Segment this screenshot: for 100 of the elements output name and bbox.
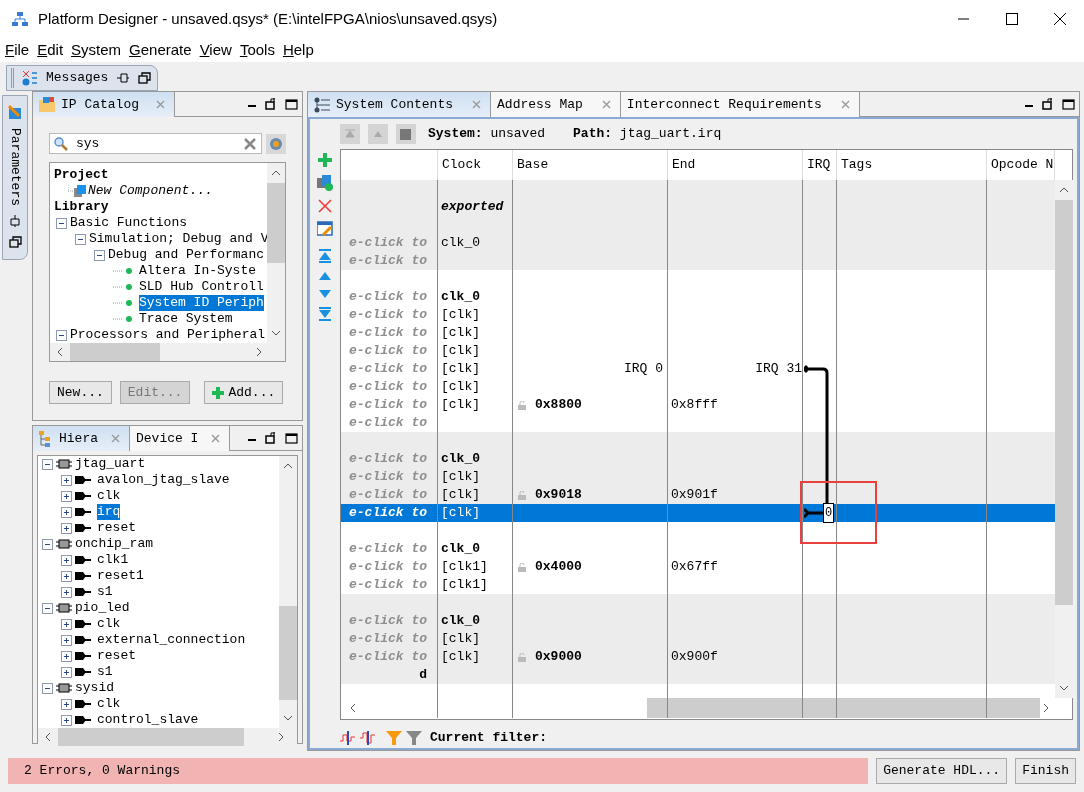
table-row[interactable]: e-click to [clk] xyxy=(341,342,1055,360)
menu-item[interactable]: Tools xyxy=(234,38,278,62)
pin-icon[interactable] xyxy=(116,72,131,84)
expand-toggle[interactable] xyxy=(61,570,72,582)
action-button[interactable]: Finish xyxy=(1015,758,1076,784)
move-top-icon[interactable] xyxy=(318,249,332,263)
collapse-toggle[interactable] xyxy=(56,329,67,341)
panel-button[interactable]: New... xyxy=(49,381,112,404)
action-button[interactable]: Generate HDL... xyxy=(876,758,1008,784)
tree-item[interactable]: irq xyxy=(97,504,121,520)
column-header[interactable]: Tags xyxy=(841,157,873,172)
detach-icon[interactable] xyxy=(1042,98,1054,110)
expand-toggle[interactable] xyxy=(61,714,72,726)
maximize-icon[interactable] xyxy=(1006,13,1018,25)
menu-item[interactable]: File xyxy=(0,38,33,62)
table-row[interactable]: e-click to clk_0 xyxy=(341,612,1055,630)
tree-item[interactable]: Debug and Performanc xyxy=(108,247,265,263)
panel-tab[interactable]: Hiera xyxy=(33,426,130,451)
table-row[interactable]: e-click to [clk] 0x8800 0x8fff xyxy=(341,396,1055,414)
tree-item[interactable]: Trace System xyxy=(139,311,233,327)
expand-toggle[interactable] xyxy=(61,506,72,518)
tree-item[interactable]: reset1 xyxy=(97,568,144,584)
expand-toggle[interactable] xyxy=(61,634,72,646)
table-row[interactable]: e-click to clk_0 xyxy=(341,288,1055,306)
parameters-tab[interactable]: Parameters xyxy=(2,95,28,260)
table-row[interactable]: e-click to [clk] 0x9000 0x900f xyxy=(341,648,1055,666)
restore-icon[interactable] xyxy=(8,236,22,248)
tree-item[interactable]: SLD Hub Controll xyxy=(139,279,264,295)
table-row[interactable]: e-click to [clk] xyxy=(341,324,1055,342)
tree-item[interactable]: control_slave xyxy=(97,712,199,728)
panel-tab[interactable]: Device I xyxy=(130,426,231,451)
waveform-icon[interactable] xyxy=(340,730,356,745)
panel-tab[interactable]: Interconnect Requirements xyxy=(620,92,860,117)
expand-toggle[interactable] xyxy=(61,474,72,486)
filter-icon[interactable] xyxy=(406,730,422,745)
scrollbar-thumb[interactable] xyxy=(58,728,244,746)
menu-item[interactable]: Edit xyxy=(32,38,67,62)
tree-item[interactable]: avalon_jtag_slave xyxy=(97,472,230,488)
messages-tab[interactable]: Messages xyxy=(6,65,159,91)
tree-item[interactable]: sysid xyxy=(75,680,114,696)
tree-item[interactable]: jtag_uart xyxy=(75,456,146,472)
expand-toggle[interactable] xyxy=(61,490,72,502)
table-row[interactable]: e-click to [clk] xyxy=(341,630,1055,648)
scrollbar-thumb[interactable] xyxy=(70,343,160,361)
maximize-icon[interactable] xyxy=(285,98,298,110)
collapse-toggle[interactable] xyxy=(56,217,67,229)
expand-toggle[interactable] xyxy=(61,522,72,534)
column-header[interactable]: IRQ xyxy=(807,157,831,172)
edit-icon[interactable] xyxy=(317,221,333,237)
column-header[interactable]: Base xyxy=(517,157,549,172)
table-row[interactable]: e-click to clk_0 xyxy=(341,234,1055,252)
panel-tab[interactable]: IP Catalog xyxy=(33,92,175,117)
table-row[interactable]: e-click to clk_0 xyxy=(341,540,1055,558)
move-up-icon[interactable] xyxy=(318,271,332,281)
column-header[interactable]: Opcode N xyxy=(991,157,1054,172)
menu-item[interactable]: Generate xyxy=(124,38,195,62)
expand-toggle[interactable] xyxy=(61,666,72,678)
add-component-icon[interactable] xyxy=(317,175,333,191)
tree-item[interactable]: reset xyxy=(97,520,136,536)
collapse-toggle[interactable] xyxy=(42,458,53,470)
table-row[interactable]: e-click to clk_0 xyxy=(341,450,1055,468)
detach-icon[interactable] xyxy=(265,432,277,444)
table-row[interactable]: d xyxy=(341,666,1055,684)
tree-item[interactable]: clk xyxy=(97,616,121,632)
clear-icon[interactable] xyxy=(243,136,257,151)
collapse-toggle[interactable] xyxy=(42,538,53,550)
tree-item[interactable]: clk xyxy=(97,488,121,504)
expand-toggle[interactable] xyxy=(61,618,72,630)
tree-item[interactable]: Basic Functions xyxy=(70,215,188,231)
move-down-icon[interactable] xyxy=(318,289,332,299)
maximize-icon[interactable] xyxy=(285,432,298,444)
collapse-toggle[interactable] xyxy=(94,249,105,261)
column-header[interactable]: Clock xyxy=(442,157,481,172)
move-bottom-icon[interactable] xyxy=(318,307,332,321)
scrollbar-thumb[interactable] xyxy=(267,183,285,263)
tree-item[interactable]: New Component... xyxy=(88,183,213,199)
tree-item[interactable]: Processors and Peripheral xyxy=(70,327,266,343)
table-row[interactable]: e-click to [clk] xyxy=(341,378,1055,396)
scrollbar-thumb[interactable] xyxy=(647,698,1040,718)
tree-item[interactable]: s1 xyxy=(97,664,113,680)
menu-item[interactable]: System xyxy=(66,38,125,62)
tree-item[interactable]: System ID Periph xyxy=(139,295,264,311)
tree-item[interactable]: s1 xyxy=(97,584,113,600)
table-row[interactable]: e-click to [clk] xyxy=(341,468,1055,486)
tree-item[interactable]: external_connection xyxy=(97,632,246,648)
waveform-icon[interactable] xyxy=(360,730,376,745)
gear-icon[interactable] xyxy=(266,133,286,154)
menu-item[interactable]: Help xyxy=(277,38,317,62)
tree-item[interactable]: clk xyxy=(97,696,121,712)
table-row[interactable]: e-click to [clk] xyxy=(341,306,1055,324)
menu-item[interactable]: View xyxy=(194,38,235,62)
collapse-toggle[interactable] xyxy=(42,682,53,694)
pin-icon[interactable] xyxy=(9,214,21,228)
table-row[interactable]: e-click to [clk1] 0x4000 0x67ff xyxy=(341,558,1055,576)
collapse-toggle[interactable] xyxy=(42,602,53,614)
tree-item[interactable]: clk1 xyxy=(97,552,129,568)
panel-tab[interactable]: Address Map xyxy=(491,92,621,117)
scrollbar-thumb[interactable] xyxy=(279,606,297,700)
delete-icon[interactable] xyxy=(318,199,332,213)
table-row[interactable]: exported xyxy=(341,198,1055,216)
